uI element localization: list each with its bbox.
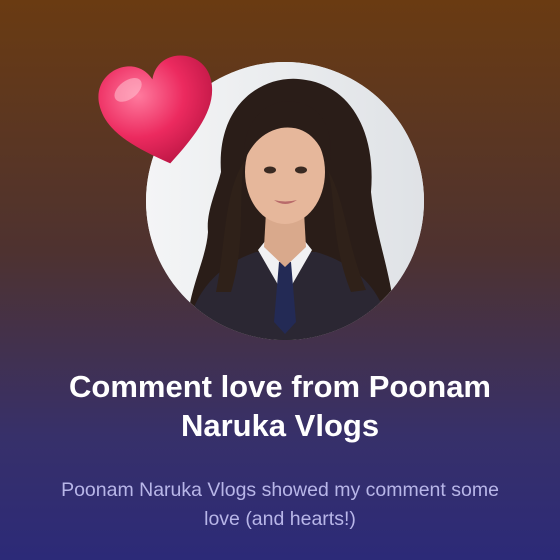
comment-love-card: Comment love from Poonam Naruka Vlogs Po… [0, 0, 560, 560]
card-description: Poonam Naruka Vlogs showed my comment so… [61, 479, 499, 530]
card-title: Comment love from Poonam Naruka Vlogs [69, 369, 491, 443]
heart-icon [98, 55, 213, 164]
